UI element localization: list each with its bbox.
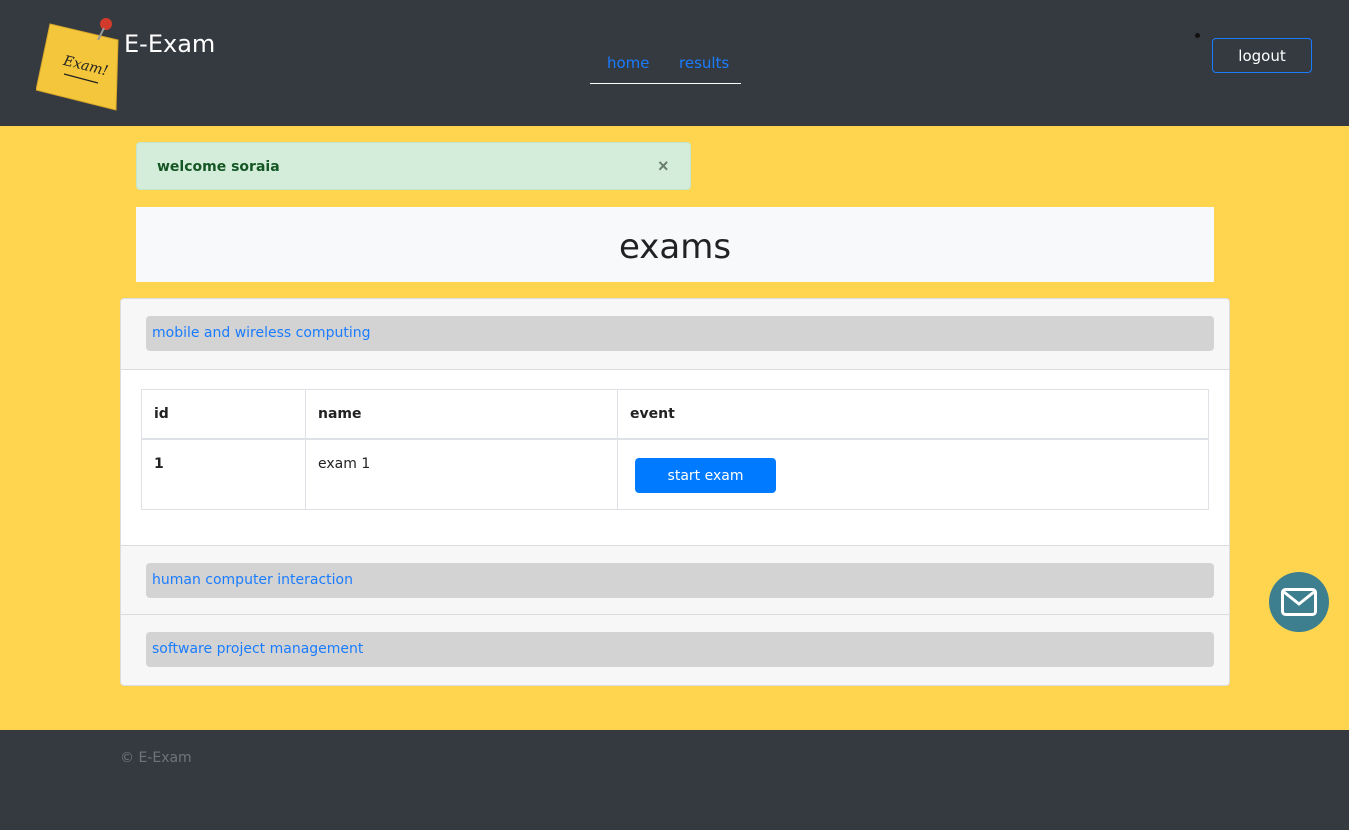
subject-bar[interactable]: software project management <box>146 632 1214 667</box>
sticky-note-logo: Exam! <box>36 18 119 111</box>
table-row: 1 exam 1 start exam <box>141 438 1209 510</box>
footer: © E-Exam <box>0 730 1349 830</box>
exams-table: id name event 1 exam 1 start exam <box>141 389 1209 510</box>
nav-results-link[interactable]: results <box>679 54 729 72</box>
col-event-header: event <box>617 389 1209 440</box>
main-nav: home results <box>590 50 741 84</box>
logout-button[interactable]: logout <box>1212 38 1312 73</box>
welcome-alert: welcome soraia × <box>136 142 691 190</box>
dot-marker <box>1195 33 1200 38</box>
cell-event: start exam <box>617 438 1209 510</box>
exams-accordion: mobile and wireless computing id name ev… <box>120 298 1230 686</box>
subject-header: software project management <box>121 615 1229 685</box>
col-name-header: name <box>305 389 618 440</box>
subject-link-spm[interactable]: software project management <box>152 641 363 657</box>
table-header-row: id name event <box>141 389 1209 440</box>
alert-message: welcome soraia <box>157 159 280 175</box>
cell-id: 1 <box>141 438 306 510</box>
subject-bar[interactable]: mobile and wireless computing <box>146 316 1214 351</box>
cell-name: exam 1 <box>305 438 618 510</box>
top-header: Exam! E-Exam home results logout <box>0 0 1349 126</box>
subject-link-mobile[interactable]: mobile and wireless computing <box>152 325 370 341</box>
page-title: exams <box>618 227 732 267</box>
subject-header: mobile and wireless computing <box>121 299 1229 370</box>
subject-link-hci[interactable]: human computer interaction <box>152 572 353 588</box>
subject-bar[interactable]: human computer interaction <box>146 563 1214 598</box>
col-id-header: id <box>141 389 306 440</box>
start-exam-button[interactable]: start exam <box>635 458 776 493</box>
nav-home-link[interactable]: home <box>607 54 650 72</box>
brand-title: E-Exam <box>124 30 216 58</box>
close-icon[interactable]: × <box>658 156 669 177</box>
subject-header: human computer interaction <box>121 545 1229 615</box>
copyright-text: © E-Exam <box>120 750 192 766</box>
page-title-box: exams <box>136 207 1214 282</box>
contact-mail-button[interactable] <box>1269 572 1329 632</box>
envelope-icon <box>1281 588 1317 616</box>
